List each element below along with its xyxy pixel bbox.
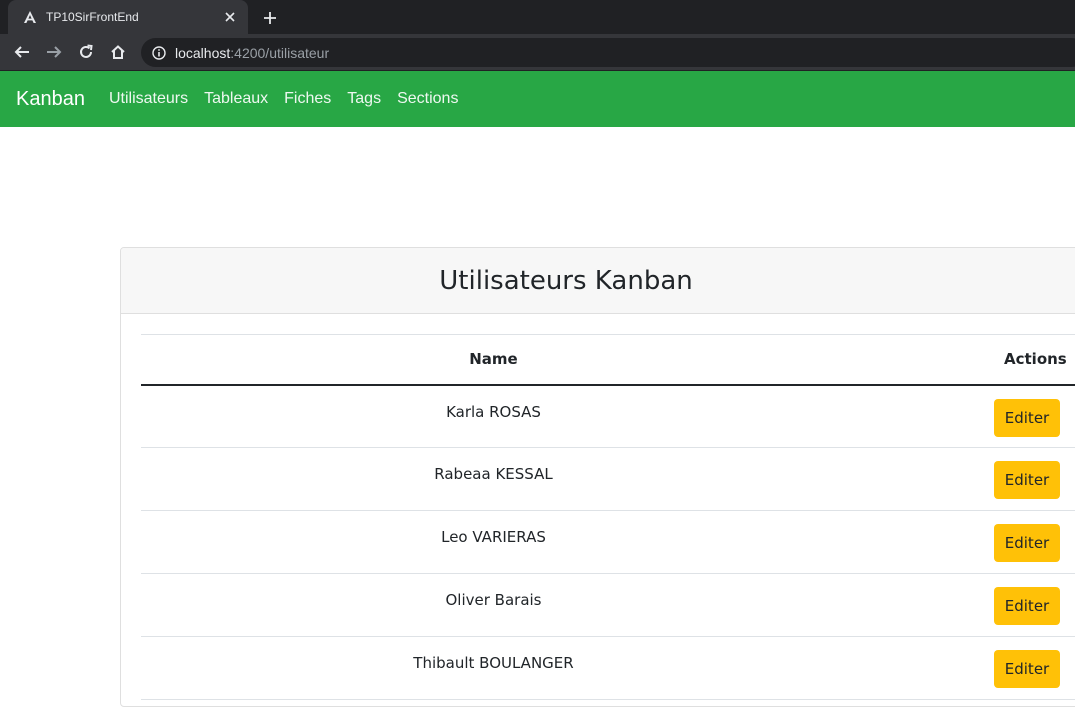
table-row: Thibault BOULANGER Editer bbox=[141, 636, 1075, 700]
edit-button[interactable]: Editer bbox=[994, 650, 1060, 688]
url-path: :4200/utilisateur bbox=[230, 44, 330, 61]
app-navbar: Kanban Utilisateurs Tableaux Fiches Tags… bbox=[0, 71, 1075, 127]
action-cell: Editer bbox=[846, 447, 1075, 511]
nav-link-tableaux[interactable]: Tableaux bbox=[204, 90, 268, 108]
edit-button[interactable]: Editer bbox=[994, 461, 1060, 499]
table-header-row: Name Actions bbox=[141, 334, 1075, 386]
forward-icon[interactable] bbox=[42, 40, 66, 64]
column-header-name: Name bbox=[141, 334, 846, 386]
user-name: Rabeaa KESSAL bbox=[141, 447, 846, 511]
card-header: Utilisateurs Kanban bbox=[121, 248, 1075, 314]
action-cell: Editer bbox=[846, 510, 1075, 574]
address-bar[interactable]: localhost:4200/utilisateur bbox=[141, 38, 1075, 67]
plus-icon[interactable] bbox=[258, 6, 282, 30]
table-row: Rabeaa KESSAL Editer bbox=[141, 447, 1075, 511]
action-cell: Editer bbox=[846, 573, 1075, 637]
user-name: Leo VARIERAS bbox=[141, 510, 846, 574]
users-card: Utilisateurs Kanban Name Actions Karla R… bbox=[120, 247, 1075, 707]
action-cell: Editer bbox=[846, 636, 1075, 700]
page-title: Utilisateurs Kanban bbox=[439, 265, 693, 296]
close-icon[interactable] bbox=[222, 9, 238, 25]
browser-tab[interactable]: TP10SirFrontEnd bbox=[8, 0, 248, 34]
home-icon[interactable] bbox=[106, 40, 130, 64]
nav-link-fiches[interactable]: Fiches bbox=[284, 90, 331, 108]
info-icon[interactable] bbox=[151, 45, 167, 61]
column-header-actions: Actions bbox=[846, 334, 1075, 386]
browser-toolbar: localhost:4200/utilisateur bbox=[0, 34, 1075, 71]
action-cell: Editer bbox=[846, 384, 1075, 448]
angular-icon bbox=[22, 9, 38, 25]
user-name: Oliver Barais bbox=[141, 573, 846, 637]
browser-tabstrip: TP10SirFrontEnd bbox=[0, 0, 1075, 34]
edit-button[interactable]: Editer bbox=[994, 524, 1060, 562]
table-row: Oliver Barais Editer bbox=[141, 573, 1075, 637]
url-host: localhost bbox=[175, 44, 231, 61]
reload-icon[interactable] bbox=[74, 40, 98, 64]
edit-button[interactable]: Editer bbox=[994, 587, 1060, 625]
back-icon[interactable] bbox=[10, 40, 34, 64]
nav-link-utilisateurs[interactable]: Utilisateurs bbox=[109, 90, 188, 108]
tab-title: TP10SirFrontEnd bbox=[46, 10, 139, 24]
table-row: Leo VARIERAS Editer bbox=[141, 510, 1075, 574]
users-table: Name Actions Karla ROSAS Editer Rabeaa K… bbox=[141, 334, 1075, 700]
user-name: Karla ROSAS bbox=[141, 384, 846, 448]
brand-link[interactable]: Kanban bbox=[16, 88, 85, 111]
user-name: Thibault BOULANGER bbox=[141, 636, 846, 700]
nav-link-sections[interactable]: Sections bbox=[397, 90, 458, 108]
table-row: Karla ROSAS Editer bbox=[141, 384, 1075, 448]
edit-button[interactable]: Editer bbox=[994, 398, 1060, 437]
nav-link-tags[interactable]: Tags bbox=[347, 90, 381, 108]
